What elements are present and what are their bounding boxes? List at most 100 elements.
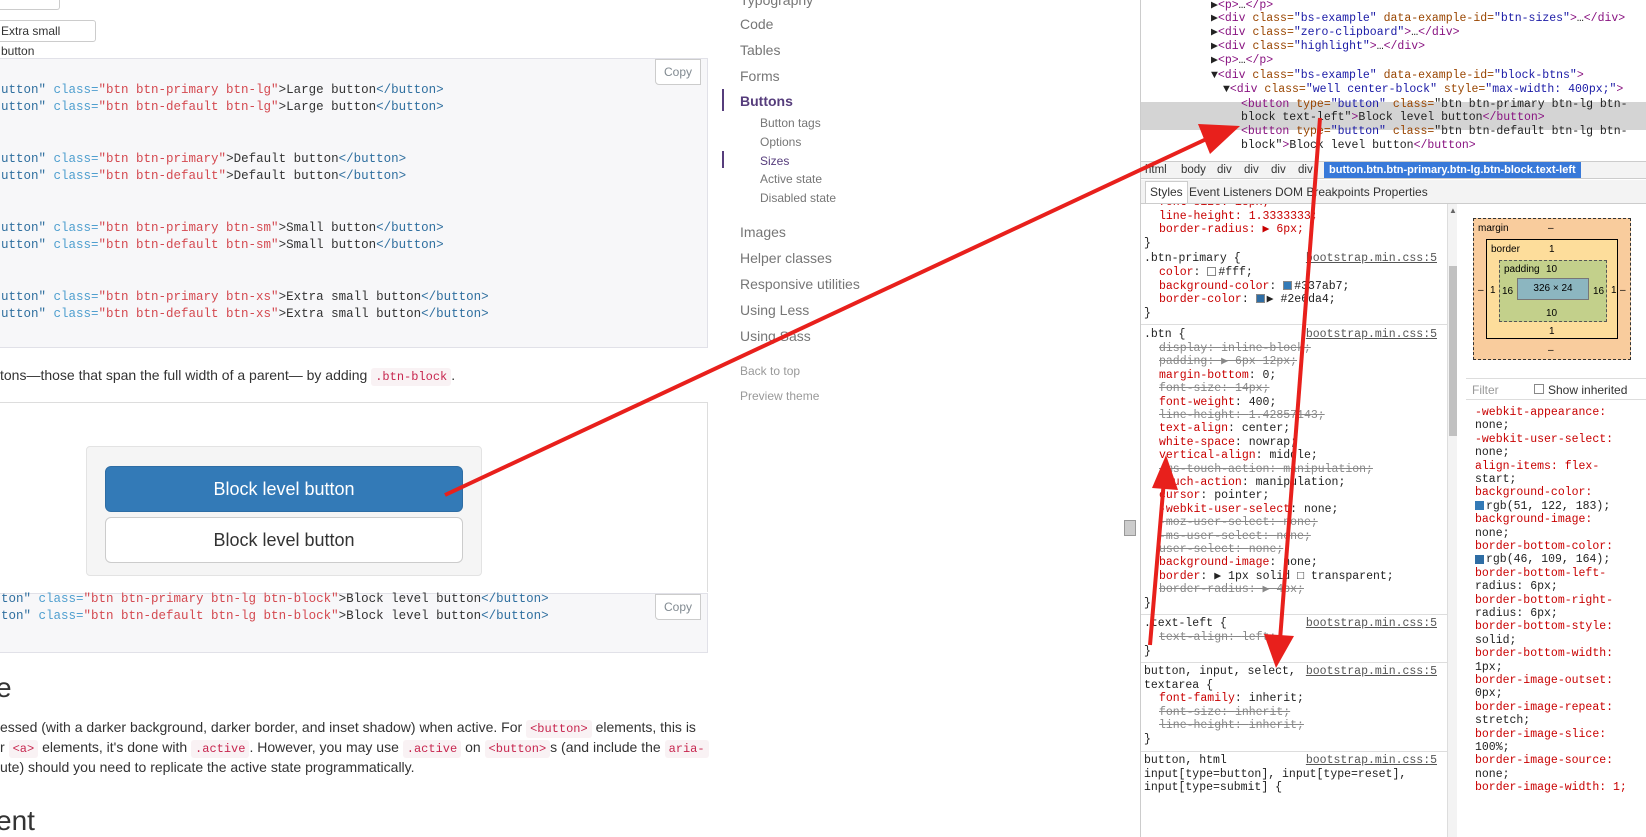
computed-line: solid; <box>1475 634 1516 647</box>
styles-scrollbar[interactable]: ▲ <box>1447 204 1457 837</box>
style-property[interactable]: border-color: ▶ #2e6da4; <box>1159 293 1336 307</box>
color-swatch[interactable] <box>1207 267 1217 277</box>
dom-node-line[interactable]: ▶<div class="zero-clipboard">…</div> <box>1211 26 1460 40</box>
style-property[interactable]: text-align: center; <box>1159 422 1290 436</box>
nav-buttons[interactable]: Buttons <box>740 93 793 109</box>
style-property[interactable]: font-size: 14px; <box>1159 382 1269 396</box>
property-value: nowrap; <box>1248 435 1298 449</box>
box-model: margin – – – – border 1 1 1 1 padding 10… <box>1473 218 1631 360</box>
breadcrumb-item[interactable]: body <box>1181 164 1206 176</box>
nav-options[interactable]: Options <box>760 135 801 149</box>
style-property[interactable]: -ms-user-select: none; <box>1159 530 1311 544</box>
style-property[interactable]: font-family: inherit; <box>1159 692 1304 706</box>
rule-source-link[interactable]: bootstrap.min.css:5 <box>1306 665 1437 678</box>
rule-close: } <box>1144 596 1151 610</box>
scrollbar-thumb[interactable] <box>1449 266 1457 436</box>
style-property[interactable]: font-size: inherit; <box>1159 706 1290 720</box>
rule-source-link[interactable]: bootstrap.min.css:5 <box>1306 252 1437 265</box>
style-property[interactable]: border-radius: ▶ 4px; <box>1159 583 1304 597</box>
nav-code[interactable]: Code <box>740 16 773 32</box>
style-property[interactable]: margin-bottom: 0; <box>1159 369 1276 383</box>
nav-tables[interactable]: Tables <box>740 42 780 58</box>
block-intro-text: tons—those that span the full width of a… <box>0 367 456 386</box>
nav-button-tags[interactable]: Button tags <box>760 116 821 130</box>
dom-token: > <box>1468 139 1476 152</box>
dom-node-line[interactable]: ▼<div class="well center-block" style="m… <box>1223 83 1623 97</box>
computed-filter-input[interactable]: Filter <box>1472 383 1499 397</box>
style-property[interactable]: white-space: nowrap; <box>1159 436 1297 450</box>
dom-node-line[interactable]: <button type="button" class="btn btn-pri… <box>1241 98 1628 112</box>
dom-node-line[interactable]: <button type="button" class="btn btn-def… <box>1241 125 1628 139</box>
style-property[interactable]: cursor: pointer; <box>1159 489 1269 503</box>
style-property[interactable]: line-height: 1.42857143; <box>1159 409 1325 423</box>
block-default-button[interactable]: Block level button <box>105 517 463 563</box>
style-property[interactable]: border: ▶ 1px solid □ transparent; <box>1159 570 1394 584</box>
color-swatch[interactable] <box>1255 294 1265 304</box>
block-primary-button[interactable]: Block level button <box>105 466 463 512</box>
style-property[interactable]: text-align: left; <box>1159 631 1276 645</box>
dom-node-line[interactable]: block text-left" > Block level button</but… <box>1241 111 1545 125</box>
style-property[interactable]: user-select: none; <box>1159 543 1283 557</box>
style-property[interactable]: color: #fff; <box>1159 266 1253 280</box>
devtools-tab-event-listeners[interactable]: Event Listeners <box>1189 185 1272 199</box>
style-property[interactable]: background-image: none; <box>1159 556 1318 570</box>
border-right-value: 1 <box>1611 285 1617 296</box>
color-swatch[interactable] <box>1475 554 1484 564</box>
breadcrumb-item[interactable]: div <box>1298 164 1313 176</box>
breadcrumb-item[interactable]: div <box>1244 164 1259 176</box>
style-property[interactable]: padding: ▶ 6px 12px; <box>1159 355 1297 369</box>
code-token: "btn btn-primary" <box>98 152 227 166</box>
panel-splitter[interactable] <box>1124 520 1136 536</box>
breadcrumb-item[interactable]: div <box>1217 164 1232 176</box>
rule-source-link[interactable]: bootstrap.min.css:5 <box>1306 328 1437 341</box>
nav-back-to-top[interactable]: Back to top <box>740 364 800 378</box>
style-property[interactable]: touch-action: manipulation; <box>1159 476 1345 490</box>
nav-disabled-state[interactable]: Disabled state <box>760 191 836 205</box>
dom-node-line[interactable]: ▶<div class="bs-example" data-example-id… <box>1211 12 1625 26</box>
rule-source-link[interactable]: bootstrap.min.css:5 <box>1306 754 1437 767</box>
nav-preview-theme[interactable]: Preview theme <box>740 389 819 403</box>
scroll-up-arrow[interactable]: ▲ <box>1449 206 1457 215</box>
style-property[interactable]: display: inline-block; <box>1159 342 1311 356</box>
style-property[interactable]: font-weight: 400; <box>1159 396 1276 410</box>
breadcrumb-item[interactable]: div <box>1271 164 1286 176</box>
nav-forms[interactable]: Forms <box>740 68 780 84</box>
style-property[interactable]: line-height: inherit; <box>1159 719 1304 733</box>
nav-using-sass[interactable]: Using Sass <box>740 328 811 344</box>
property-colon: : <box>1234 543 1249 556</box>
code-token: "btn btn-default btn-lg" <box>98 100 279 114</box>
dom-node-line[interactable]: ▼<div class="bs-example" data-example-id… <box>1211 69 1584 83</box>
style-property[interactable]: background-color: #337ab7; <box>1159 280 1349 294</box>
code-line: utton" class="btn btn-default btn-sm">Sm… <box>1 236 444 254</box>
xs-button-preview[interactable]: Extra small button <box>0 20 96 58</box>
devtools-tab-dom-breakpoints[interactable]: DOM Breakpoints <box>1275 185 1370 199</box>
copy-button[interactable]: Copy <box>655 59 701 85</box>
breadcrumb-item[interactable]: html <box>1145 164 1167 176</box>
style-property[interactable]: -webkit-user-select: none; <box>1159 503 1338 517</box>
nav-sizes[interactable]: Sizes <box>760 154 789 168</box>
nav-typography[interactable]: Typography <box>740 0 813 8</box>
style-property[interactable]: vertical-align: middle; <box>1159 449 1318 463</box>
style-property[interactable]: -moz-user-select: none; <box>1159 516 1318 530</box>
copy-button-2[interactable]: Copy <box>655 594 701 620</box>
dom-text <box>1437 83 1444 96</box>
dom-node-line[interactable]: block">Block level button</button> <box>1241 139 1476 153</box>
code-token: ton" <box>1 592 32 606</box>
active-para-line2: r <a> elements, it's done with .active. … <box>0 739 709 758</box>
nav-images[interactable]: Images <box>740 224 786 240</box>
rule-source-link[interactable]: bootstrap.min.css:5 <box>1306 617 1437 630</box>
nav-using-less[interactable]: Using Less <box>740 302 809 318</box>
color-swatch[interactable] <box>1475 501 1484 511</box>
nav-helper-classes[interactable]: Helper classes <box>740 250 832 266</box>
devtools-tab-styles[interactable]: Styles <box>1145 181 1188 203</box>
dom-node-line[interactable]: ▶<div class="highlight">…</div> <box>1211 40 1425 54</box>
nav-responsive-utilities[interactable]: Responsive utilities <box>740 276 860 292</box>
color-swatch[interactable] <box>1283 280 1293 290</box>
breadcrumb-selected[interactable]: button.btn.btn-primary.btn-lg.btn-block.… <box>1324 162 1581 178</box>
show-inherited-label: Show inherited <box>1548 383 1628 397</box>
show-inherited-checkbox[interactable] <box>1534 384 1544 394</box>
devtools-tab-properties[interactable]: Properties <box>1373 185 1428 199</box>
style-property[interactable]: -ms-touch-action: manipulation; <box>1159 463 1373 477</box>
nav-active-state[interactable]: Active state <box>760 172 822 186</box>
dom-node-line[interactable]: ▶<p>…</p> <box>1211 54 1273 68</box>
